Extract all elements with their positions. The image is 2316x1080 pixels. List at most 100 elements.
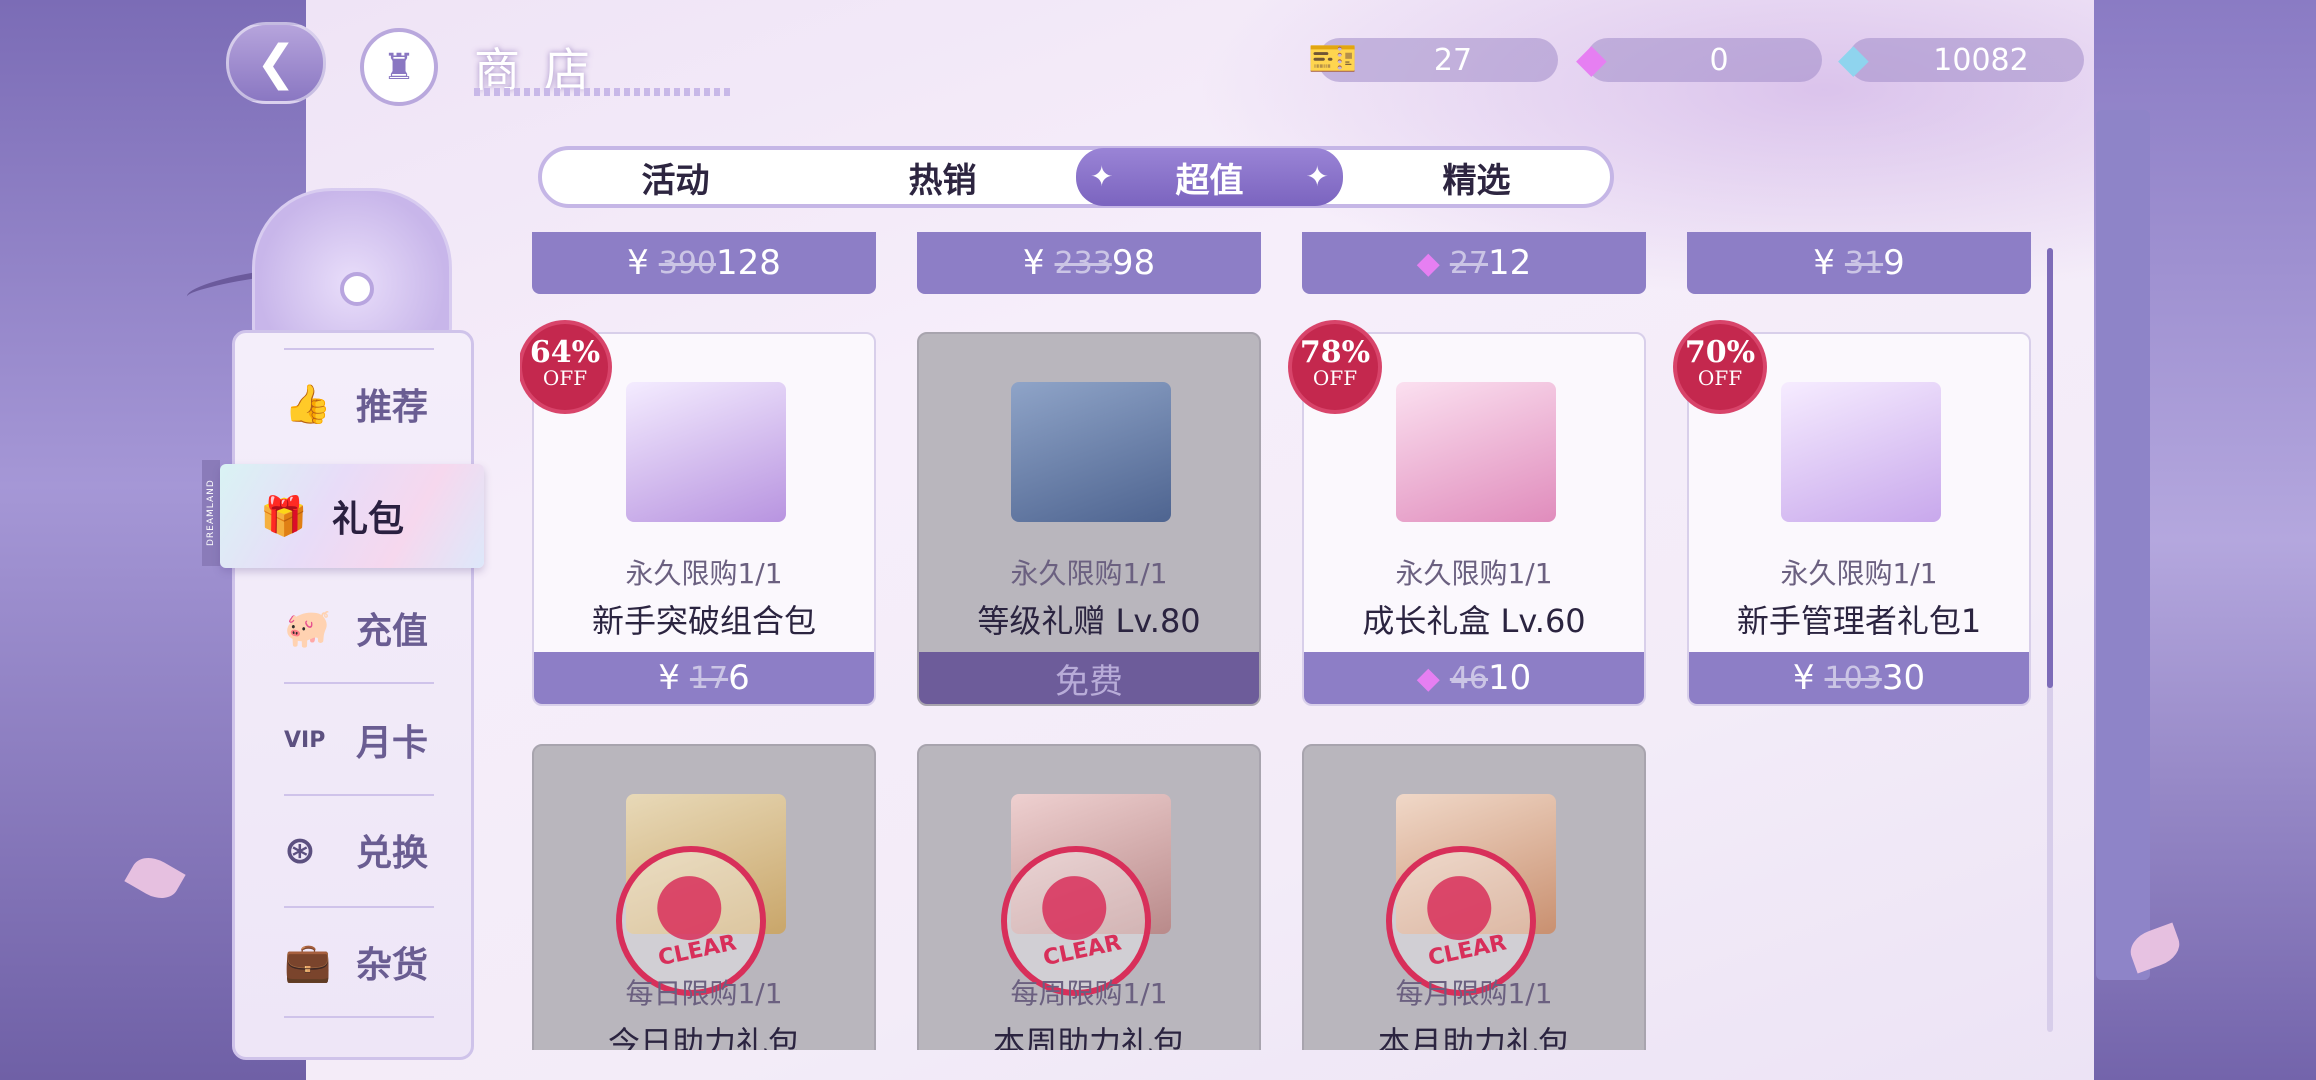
sidebar-item-monthly-card[interactable]: VIP 月卡: [244, 692, 464, 788]
original-price: 103: [1824, 660, 1882, 696]
sidebar-divider: [284, 794, 434, 796]
sold-out-pack-card[interactable]: CLEAR 每月限购1/1 本月助力礼包: [1302, 744, 1646, 1050]
discount-off-label: OFF: [1697, 366, 1743, 390]
tab-super-value[interactable]: ✦ 超值 ✦: [1076, 148, 1343, 206]
ticket-icon: 🎫: [1308, 36, 1358, 82]
price-button[interactable]: ◆ 46 10: [1304, 652, 1644, 704]
currency-symbol: ¥: [1813, 243, 1835, 283]
price-button[interactable]: ¥ 103 30: [1689, 652, 2029, 704]
title-underline-decoration: [474, 88, 734, 96]
dreamland-label: DREAMLAND: [202, 460, 220, 566]
sidebar-divider: [284, 682, 434, 684]
ticket-currency[interactable]: 🎫 27: [1308, 36, 1558, 82]
discount-percent: 64%: [529, 335, 601, 370]
pack-name: 成长礼盒 Lv.60: [1362, 602, 1586, 640]
purchase-limit: 每日限购1/1: [625, 977, 783, 1010]
discount-percent: 78%: [1299, 335, 1371, 370]
gift-box-image: [1396, 382, 1556, 522]
gift-box-image: [626, 382, 786, 522]
castle-icon: ♜: [382, 46, 416, 88]
discount-badge: 70% OFF: [1677, 324, 1763, 410]
sidebar-item-gift-pack[interactable]: 🎁 礼包: [220, 464, 484, 568]
exchange-icon: ⊛: [284, 828, 316, 872]
back-arrow-icon: ❮: [255, 35, 297, 91]
purchase-limit: 永久限购1/1: [1010, 557, 1168, 590]
sidebar-item-recommend[interactable]: 👍 推荐: [244, 356, 464, 452]
original-price: 233: [1054, 245, 1112, 281]
sidebar-item-sundries[interactable]: 💼 杂货: [244, 914, 464, 1010]
discount-percent: 70%: [1684, 335, 1756, 370]
diamond-currency[interactable]: ◆ 10082: [1838, 36, 2084, 82]
original-price: 31: [1844, 245, 1884, 281]
sidebar-divider: [284, 348, 434, 350]
briefcase-icon: 💼: [284, 939, 332, 984]
sidebar-item-recharge[interactable]: 🐖 充值: [244, 580, 464, 676]
sale-price: 6: [728, 658, 750, 698]
original-price: 17: [689, 660, 729, 696]
home-button[interactable]: ♜: [360, 28, 438, 106]
original-price: 27: [1449, 245, 1488, 281]
discount-off-label: OFF: [1312, 366, 1358, 390]
tab-label: 热销: [908, 160, 977, 201]
gift-pack-card[interactable]: 永久限购1/1 等级礼赠 Lv.80 免费: [917, 332, 1261, 706]
price-button[interactable]: ¥ 233 98: [917, 232, 1261, 294]
pink-gem-icon: ◆: [1416, 660, 1440, 696]
product-grid: ¥ 390 128 ¥ 233 98 ◆ 27 12 ¥ 31 9 永久限购1/…: [520, 232, 2040, 1050]
sidebar-item-label: 推荐: [356, 387, 429, 428]
piggy-bank-icon: 🐖: [284, 605, 332, 650]
original-price: 390: [658, 245, 716, 281]
sale-price: 128: [716, 243, 781, 283]
tab-label: 精选: [1442, 160, 1511, 201]
pink-gem-icon: ◆: [1576, 36, 1607, 82]
category-tabs: 活动 热销 ✦ 超值 ✦ 精选: [538, 146, 1614, 208]
sparkle-icon: ✦: [1090, 160, 1114, 193]
background-right-panel: [2096, 110, 2150, 980]
purchase-limit: 永久限购1/1: [1395, 557, 1553, 590]
sold-out-pack-card[interactable]: CLEAR 每周限购1/1 本周助力礼包: [917, 744, 1261, 1050]
price-button[interactable]: ¥ 390 128: [532, 232, 876, 294]
currency-symbol: ¥: [627, 243, 649, 283]
sold-out-pack-card[interactable]: CLEAR 每日限购1/1 今日助力礼包: [532, 744, 876, 1050]
sidebar-item-exchange[interactable]: ⊛ 兑换: [244, 802, 464, 898]
gift-box-image: [1781, 382, 1941, 522]
tab-label: 超值: [1175, 160, 1244, 201]
price-button[interactable]: ¥ 31 9: [1687, 232, 2031, 294]
back-button[interactable]: ❮: [226, 22, 326, 104]
tag-top-decoration: [252, 188, 452, 348]
pack-name: 本月助力礼包: [1377, 1024, 1570, 1050]
gift-icon: 🎁: [260, 493, 308, 538]
discount-off-label: OFF: [542, 366, 588, 390]
price-button[interactable]: ◆ 27 12: [1302, 232, 1646, 294]
locked-gift-box-image: [1011, 382, 1171, 522]
price-button[interactable]: ¥ 17 6: [534, 652, 874, 704]
scrollbar-thumb[interactable]: [2047, 248, 2053, 688]
currency-symbol: ¥: [1792, 658, 1815, 698]
sidebar-divider: [284, 906, 434, 908]
free-button[interactable]: 免费: [919, 652, 1259, 704]
tab-label: 活动: [641, 160, 710, 201]
pack-name: 新手突破组合包: [591, 602, 816, 640]
currency-symbol: ¥: [1022, 243, 1045, 283]
discount-badge: 64% OFF: [522, 324, 608, 410]
sale-price: 9: [1883, 243, 1905, 283]
sale-price: 98: [1111, 243, 1156, 283]
sparkle-icon: ✦: [1305, 160, 1329, 193]
gem-currency[interactable]: ◆ 0: [1576, 36, 1822, 82]
sale-price: 30: [1881, 658, 1926, 698]
sale-price: 12: [1488, 243, 1532, 283]
sidebar-divider: [284, 1016, 434, 1018]
purchase-limit: 永久限购1/1: [1780, 557, 1938, 590]
pink-gem-icon: ◆: [1416, 245, 1440, 281]
discount-badge: 78% OFF: [1292, 324, 1378, 410]
diamond-count: 10082: [1933, 42, 2029, 78]
free-label: 免费: [1055, 661, 1123, 702]
diamond-icon: ◆: [1838, 36, 1869, 82]
pack-name: 等级礼赠 Lv.80: [977, 602, 1201, 640]
sidebar-item-label: 杂货: [356, 945, 429, 986]
tab-hot-sale[interactable]: 热销: [809, 150, 1076, 204]
currency-symbol: ¥: [658, 658, 680, 698]
tab-activity[interactable]: 活动: [542, 150, 809, 204]
thumbs-up-icon: 👍: [284, 381, 332, 426]
tab-featured[interactable]: 精选: [1343, 150, 1610, 204]
purchase-limit: 永久限购1/1: [625, 557, 783, 590]
